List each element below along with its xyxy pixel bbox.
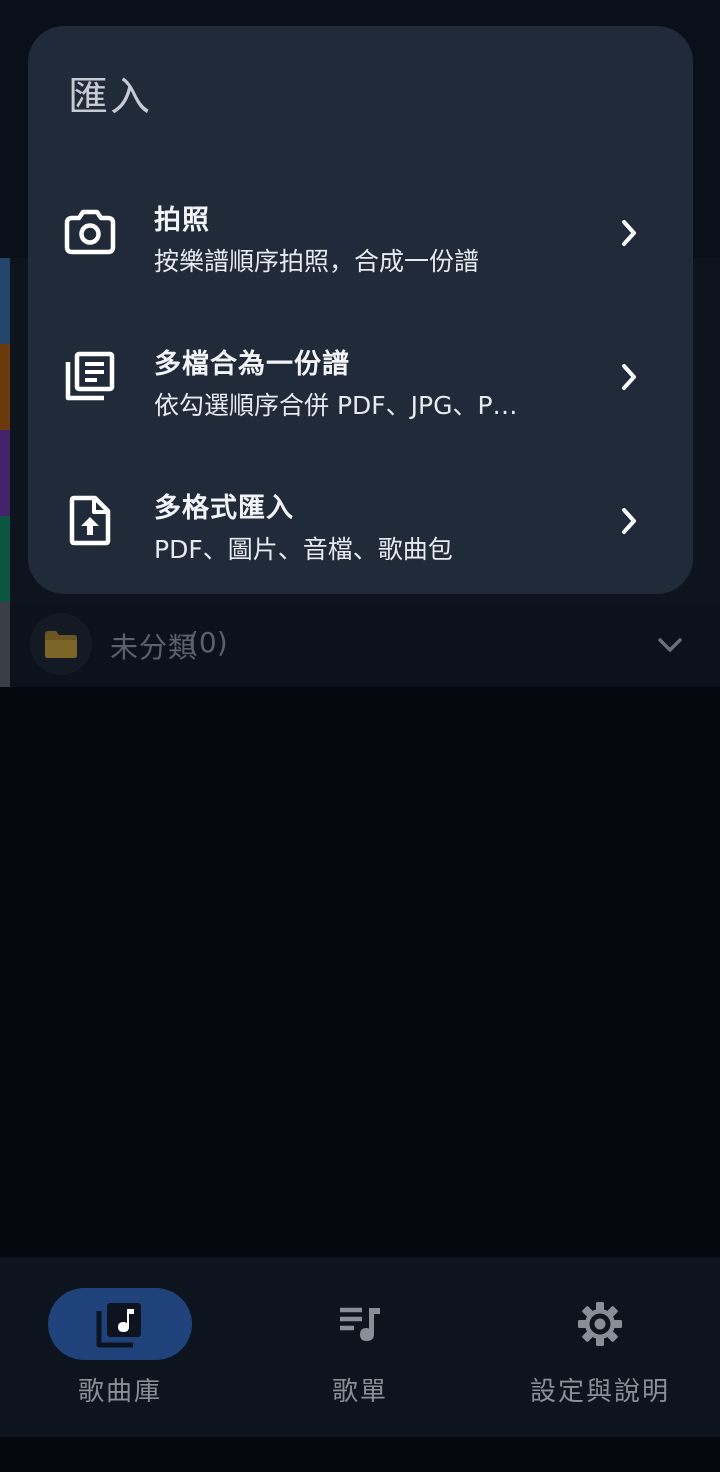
option-multi-format-import[interactable]: 多格式匯入 PDF、圖片、音檔、歌曲包 [28,456,693,586]
nav-item-playlist[interactable]: 歌單 [240,1257,480,1437]
gear-icon [578,1302,622,1346]
option-subtitle: 按樂譜順序拍照，合成一份譜 [154,247,480,276]
category-color-stripe [0,516,10,602]
music-library-icon [96,1303,141,1348]
category-color-stripe [0,430,10,516]
option-subtitle: PDF、圖片、音檔、歌曲包 [154,535,453,564]
nav-item-song-library[interactable]: 歌曲庫 [0,1257,240,1437]
playlist-icon [340,1307,380,1341]
option-title: 多檔合為一份譜 [154,349,350,380]
screen: 未分類 (0) 匯入 拍照 按樂譜順序拍照，合成一份譜 多檔合為一份譜 依勾選順… [0,0,720,1472]
chevron-right-icon [622,508,636,534]
uncategorized-count: (0) [188,626,228,659]
option-subtitle: 依勾選順序合併 PDF、JPG、P… [154,391,518,420]
sheet-title: 匯入 [68,74,152,120]
option-take-photo[interactable]: 拍照 按樂譜順序拍照，合成一份譜 [28,168,693,298]
nav-label: 歌單 [331,1377,388,1407]
chevron-right-icon [622,220,636,246]
category-color-stripe [0,602,10,687]
uncategorized-label: 未分類 [110,631,198,664]
folder-icon [30,613,92,675]
system-nav-bar [0,1437,720,1472]
nav-item-settings-help[interactable]: 設定與說明 [480,1257,720,1437]
option-merge-files[interactable]: 多檔合為一份譜 依勾選順序合併 PDF、JPG、P… [28,312,693,442]
uncategorized-row[interactable]: 未分類 (0) [0,602,720,687]
option-title: 多格式匯入 [154,493,294,524]
nav-label: 歌曲庫 [77,1377,162,1407]
chevron-right-icon [622,364,636,390]
category-color-stripe [0,258,10,344]
chevron-down-icon[interactable] [655,630,685,660]
library-books-icon [65,351,115,401]
bottom-navigation: 歌曲庫 歌單 設定與說明 [0,1257,720,1437]
category-color-stripe [0,344,10,430]
camera-icon [64,209,116,255]
import-sheet: 匯入 拍照 按樂譜順序拍照，合成一份譜 多檔合為一份譜 依勾選順序合併 PDF、… [28,26,693,594]
option-title: 拍照 [154,205,210,236]
file-upload-icon [69,495,111,546]
nav-label: 設定與說明 [529,1377,670,1407]
